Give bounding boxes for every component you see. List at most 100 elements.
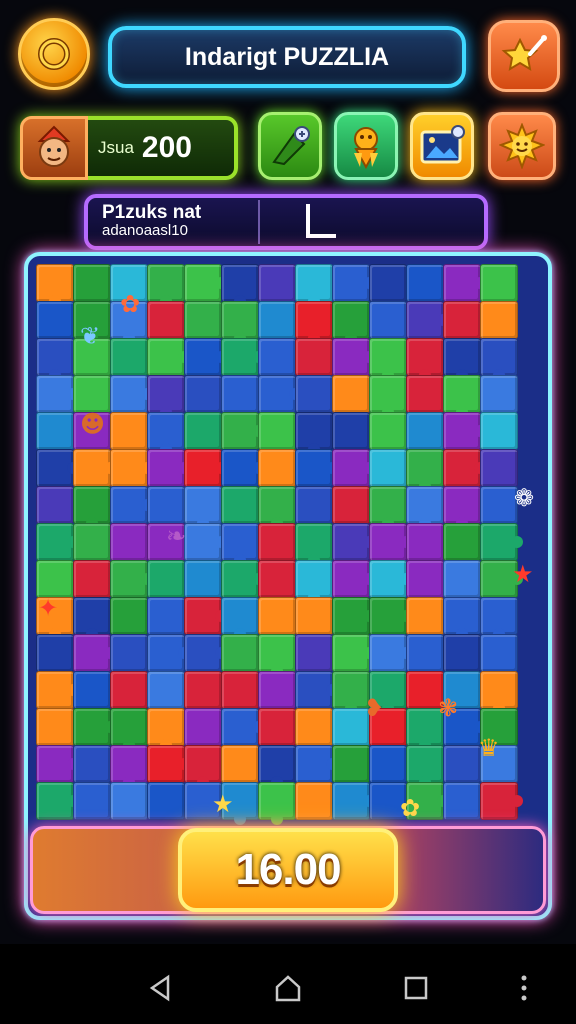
- puzzle-piece[interactable]: [221, 486, 259, 524]
- piece-star-small-icon[interactable]: ★: [212, 792, 234, 816]
- puzzle-piece[interactable]: [295, 634, 333, 672]
- puzzle-piece[interactable]: [147, 597, 185, 635]
- puzzle-piece[interactable]: [369, 745, 407, 783]
- puzzle-piece[interactable]: [258, 560, 296, 598]
- puzzle-piece[interactable]: [36, 412, 74, 450]
- puzzle-piece[interactable]: [184, 560, 222, 598]
- puzzle-piece[interactable]: [73, 782, 111, 820]
- puzzle-piece[interactable]: [147, 782, 185, 820]
- puzzle-piece[interactable]: [258, 412, 296, 450]
- piece-bird-icon[interactable]: ❦: [80, 324, 100, 348]
- puzzle-piece[interactable]: [73, 523, 111, 561]
- more-button[interactable]: [504, 968, 544, 1008]
- puzzle-piece[interactable]: [406, 412, 444, 450]
- puzzle-piece[interactable]: [406, 597, 444, 635]
- puzzle-piece[interactable]: [73, 745, 111, 783]
- puzzle-piece[interactable]: [406, 375, 444, 413]
- puzzle-piece[interactable]: [332, 412, 370, 450]
- puzzle-piece[interactable]: [406, 560, 444, 598]
- puzzle-piece[interactable]: [147, 560, 185, 598]
- puzzle-piece[interactable]: [332, 486, 370, 524]
- piece-character-icon[interactable]: ✿: [120, 292, 140, 316]
- sun-tool[interactable]: [488, 112, 556, 180]
- puzzle-piece[interactable]: [258, 338, 296, 376]
- puzzle-piece[interactable]: [110, 412, 148, 450]
- puzzle-piece[interactable]: [295, 782, 333, 820]
- piece-flower-icon[interactable]: ❁: [514, 486, 534, 510]
- puzzle-piece[interactable]: [480, 301, 518, 339]
- piece-flower-small-icon[interactable]: ✿: [400, 796, 420, 820]
- puzzle-piece[interactable]: [110, 634, 148, 672]
- puzzle-piece[interactable]: [258, 523, 296, 561]
- puzzle-piece[interactable]: [406, 264, 444, 302]
- puzzle-piece[interactable]: [369, 301, 407, 339]
- piece-leaf-icon[interactable]: ✦: [38, 596, 58, 620]
- edge-pieces-tool[interactable]: [258, 112, 322, 180]
- puzzle-piece[interactable]: [221, 375, 259, 413]
- home-button[interactable]: [268, 968, 308, 1008]
- puzzle-piece[interactable]: [480, 375, 518, 413]
- puzzle-piece[interactable]: [295, 338, 333, 376]
- puzzle-piece[interactable]: [221, 671, 259, 709]
- puzzle-piece[interactable]: [73, 264, 111, 302]
- piece-fish-icon[interactable]: ❧: [166, 524, 186, 548]
- puzzle-board[interactable]: ✿ ❦ ☻ ❁ ❧ ★ ✦ ❃ ❥ ♛ ★ ✿: [24, 252, 552, 920]
- puzzle-piece[interactable]: [147, 486, 185, 524]
- puzzle-piece[interactable]: [36, 486, 74, 524]
- piece-star-icon[interactable]: ★: [512, 562, 534, 586]
- player-avatar[interactable]: [20, 116, 88, 180]
- puzzle-piece[interactable]: [110, 338, 148, 376]
- puzzle-piece[interactable]: [480, 634, 518, 672]
- puzzle-piece[interactable]: [406, 634, 444, 672]
- puzzle-piece[interactable]: [443, 301, 481, 339]
- puzzle-piece[interactable]: [36, 301, 74, 339]
- puzzle-piece[interactable]: [36, 634, 74, 672]
- puzzle-piece[interactable]: [258, 449, 296, 487]
- puzzle-piece[interactable]: [36, 560, 74, 598]
- puzzle-piece[interactable]: [36, 708, 74, 746]
- trophy-tool[interactable]: [334, 112, 398, 180]
- puzzle-piece[interactable]: [258, 597, 296, 635]
- puzzle-piece[interactable]: [443, 745, 481, 783]
- puzzle-piece[interactable]: [295, 486, 333, 524]
- puzzle-piece[interactable]: [184, 375, 222, 413]
- puzzle-piece[interactable]: [184, 412, 222, 450]
- puzzle-piece[interactable]: [369, 449, 407, 487]
- puzzle-piece[interactable]: [147, 671, 185, 709]
- puzzle-piece[interactable]: [258, 671, 296, 709]
- back-button[interactable]: [140, 968, 180, 1008]
- puzzle-piece[interactable]: [332, 745, 370, 783]
- puzzle-piece[interactable]: [73, 671, 111, 709]
- piece-princess-icon[interactable]: ♛: [478, 736, 500, 760]
- puzzle-piece[interactable]: [295, 375, 333, 413]
- hint-button[interactable]: [488, 20, 560, 92]
- puzzle-piece[interactable]: [221, 634, 259, 672]
- puzzle-piece[interactable]: [110, 782, 148, 820]
- puzzle-piece[interactable]: [258, 708, 296, 746]
- puzzle-piece[interactable]: [332, 375, 370, 413]
- puzzle-piece[interactable]: [295, 708, 333, 746]
- puzzle-piece[interactable]: [295, 597, 333, 635]
- puzzle-piece[interactable]: [184, 671, 222, 709]
- piece-lantern-icon[interactable]: ❥: [364, 696, 384, 720]
- puzzle-piece[interactable]: [369, 264, 407, 302]
- settings-button[interactable]: [18, 18, 90, 90]
- puzzle-piece[interactable]: [258, 264, 296, 302]
- puzzle-piece[interactable]: [73, 560, 111, 598]
- puzzle-piece[interactable]: [480, 449, 518, 487]
- piece-face-icon[interactable]: ☻: [80, 412, 105, 436]
- puzzle-piece[interactable]: [443, 634, 481, 672]
- puzzle-piece[interactable]: [480, 486, 518, 524]
- puzzle-piece[interactable]: [443, 560, 481, 598]
- puzzle-piece[interactable]: [480, 264, 518, 302]
- puzzle-piece[interactable]: [480, 412, 518, 450]
- puzzle-piece[interactable]: [369, 412, 407, 450]
- puzzle-piece[interactable]: [73, 375, 111, 413]
- recents-button[interactable]: [396, 968, 436, 1008]
- picture-preview-tool[interactable]: [410, 112, 474, 180]
- puzzle-piece[interactable]: [184, 708, 222, 746]
- puzzle-piece[interactable]: [443, 523, 481, 561]
- puzzle-piece[interactable]: [147, 301, 185, 339]
- puzzle-piece[interactable]: [258, 301, 296, 339]
- puzzle-piece[interactable]: [443, 782, 481, 820]
